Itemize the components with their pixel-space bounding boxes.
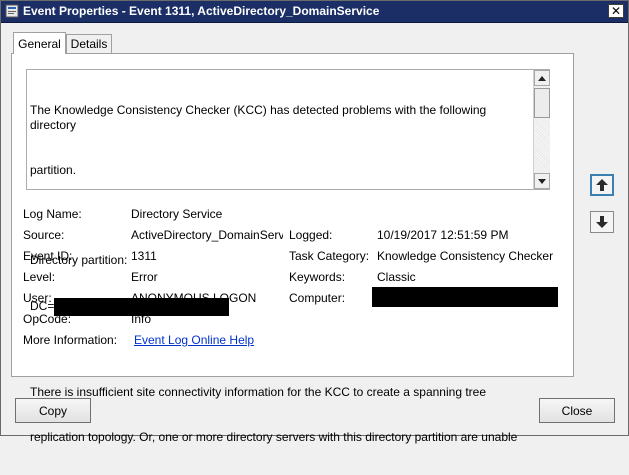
keywords-label: Keywords: (289, 270, 346, 284)
close-button-label: Close (561, 403, 593, 418)
log-name-value: Directory Service (131, 207, 223, 221)
more-info-label: More Information: (23, 333, 118, 347)
close-button[interactable]: Close (539, 398, 615, 423)
description-line: The Knowledge Consistency Checker (KCC) … (30, 103, 490, 132)
log-name-label: Log Name: (23, 207, 82, 221)
computer-label: Computer: (289, 291, 346, 305)
arrow-down-icon (596, 216, 608, 228)
event-log-online-help-link[interactable]: Event Log Online Help (134, 333, 254, 347)
event-properties-window: Event Properties - Event 1311, ActiveDir… (0, 0, 629, 444)
task-category-value: Knowledge Consistency Checker (377, 249, 554, 263)
event-description-text: The Knowledge Consistency Checker (KCC) … (30, 73, 530, 475)
description-line: replication topology. Or, one or more di… (30, 430, 518, 444)
tab-details[interactable]: Details (66, 34, 112, 53)
tab-details-label: Details (70, 37, 108, 51)
description-scrollbar[interactable] (533, 70, 550, 189)
redacted-computer-name (372, 287, 558, 307)
tab-general-label: General (18, 36, 61, 51)
task-category-label: Task Category: (289, 249, 370, 263)
user-value: ANONYMOUS LOGON (131, 291, 257, 305)
event-id-label: Event ID: (23, 249, 73, 263)
arrow-up-icon (596, 179, 608, 191)
next-event-button[interactable] (590, 211, 614, 233)
opcode-value: Info (131, 312, 152, 326)
copy-button[interactable]: Copy (15, 398, 91, 423)
level-value: Error (131, 270, 158, 284)
triangle-down-icon (538, 178, 546, 184)
source-value: ActiveDirectory_DomainServ (131, 228, 283, 242)
title-bar[interactable]: Event Properties - Event 1311, ActiveDir… (1, 1, 628, 23)
event-log-icon (5, 4, 19, 18)
scroll-thumb[interactable] (534, 88, 550, 118)
scroll-down-button[interactable] (534, 173, 550, 189)
scroll-up-button[interactable] (534, 70, 550, 86)
keywords-value: Classic (377, 270, 416, 284)
close-window-button[interactable]: ✕ (608, 4, 624, 18)
level-label: Level: (23, 270, 56, 284)
description-line: There is insufficient site connectivity … (30, 385, 487, 399)
close-icon: ✕ (610, 4, 622, 18)
logged-value: 10/19/2017 12:51:59 PM (377, 228, 509, 242)
previous-event-button[interactable] (590, 174, 614, 196)
triangle-up-icon (538, 75, 546, 81)
user-label: User: (23, 291, 52, 305)
window-title: Event Properties - Event 1311, ActiveDir… (23, 4, 380, 18)
opcode-label: OpCode: (23, 312, 72, 326)
description-line: partition. (30, 163, 77, 177)
event-description-textbox[interactable]: The Knowledge Consistency Checker (KCC) … (26, 69, 550, 444)
tab-general[interactable]: General (13, 32, 66, 54)
source-label: Source: (23, 228, 65, 242)
event-id-value: 1311 (131, 249, 157, 263)
copy-button-label: Copy (38, 403, 67, 418)
logged-label: Logged: (289, 228, 333, 242)
